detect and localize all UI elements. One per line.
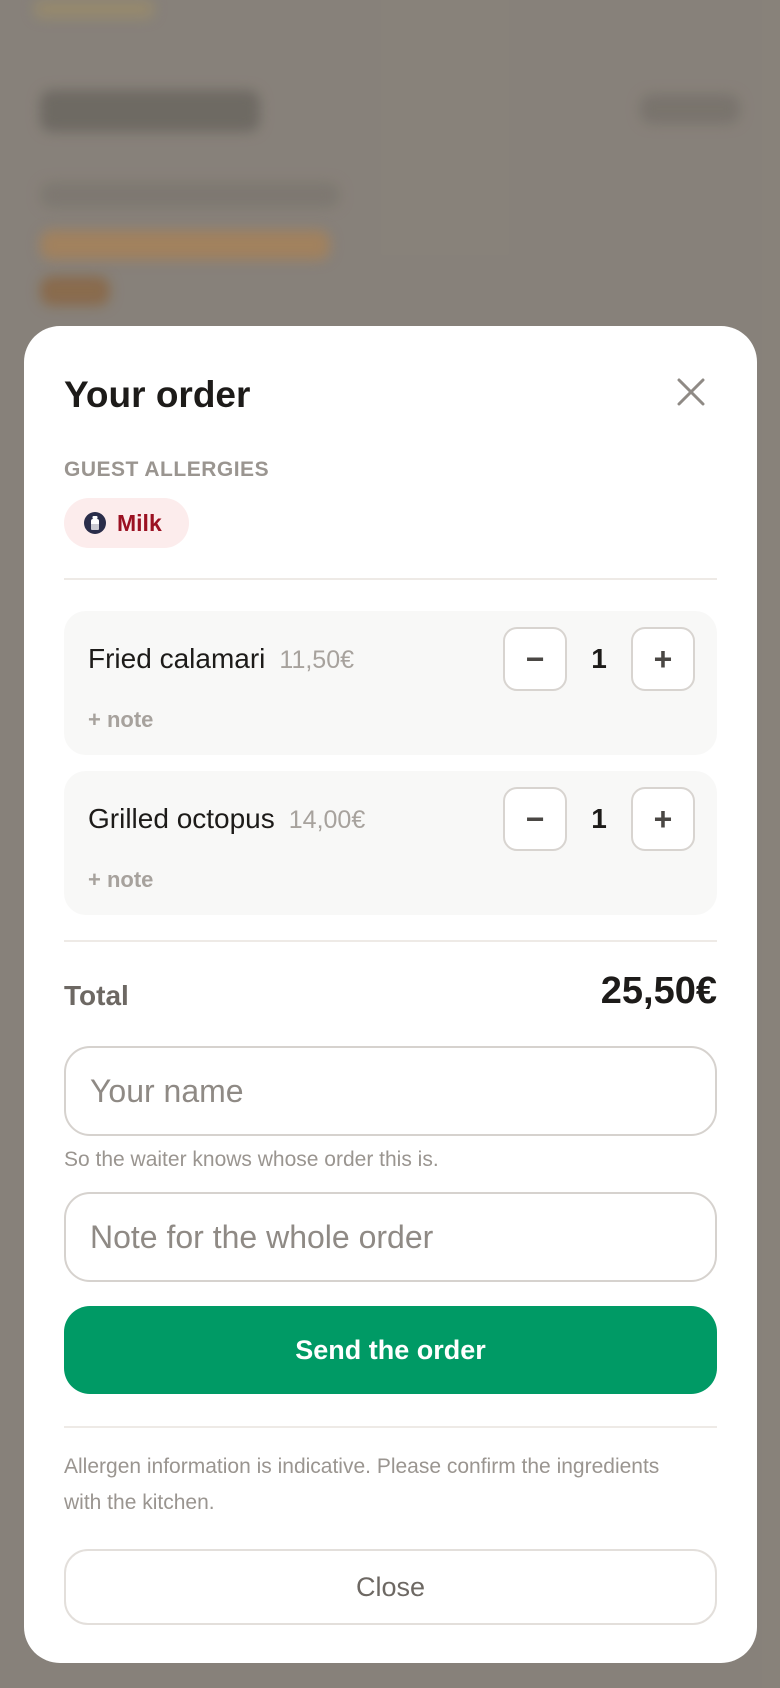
name-hint: So the waiter knows whose order this is. [64,1148,439,1171]
decrease-quantity-button[interactable]: − [503,627,567,691]
item-name: Fried calamari [88,643,266,674]
allergy-label: Milk [117,509,162,536]
order-note-input[interactable] [64,1192,717,1282]
item-name-line: Grilled octopus 14,00€ [88,803,365,835]
allergen-disclaimer: Allergen information is indicative. Plea… [64,1455,660,1514]
total-label: Total [64,980,129,1011]
order-item: Fried calamari 11,50€ − 1 + + note [64,611,717,755]
modal-title: Your order [64,374,251,415]
total-value: 25,50€ [600,970,717,1012]
close-button[interactable]: Close [64,1549,717,1625]
allergies-label: GUEST ALLERGIES [64,458,270,481]
send-order-button[interactable]: Send the order [64,1306,717,1394]
item-price: 14,00€ [288,806,366,834]
allergy-chip-milk: Milk [64,498,189,548]
decrease-quantity-button[interactable]: − [503,787,567,851]
close-icon[interactable] [669,370,713,414]
item-name: Grilled octopus [88,803,275,834]
milk-bottle-icon [84,512,106,534]
quantity-value: 1 [591,803,607,834]
divider [64,1426,717,1428]
order-modal: Your order GUEST ALLERGIES Milk Fried ca… [24,326,757,1663]
increase-quantity-button[interactable]: + [631,627,695,691]
divider [64,940,717,942]
increase-quantity-button[interactable]: + [631,787,695,851]
add-note-link[interactable]: + note [88,867,153,893]
divider [64,578,717,580]
quantity-stepper: − 1 + [503,787,695,851]
item-name-line: Fried calamari 11,50€ [88,643,354,675]
quantity-stepper: − 1 + [503,627,695,691]
order-item: Grilled octopus 14,00€ − 1 + + note [64,771,717,915]
add-note-link[interactable]: + note [88,707,153,733]
name-input[interactable] [64,1046,717,1136]
close-icon-graphic [677,378,705,406]
item-price: 11,50€ [279,646,354,674]
quantity-value: 1 [591,643,607,674]
modal-header: Your order [64,370,717,420]
